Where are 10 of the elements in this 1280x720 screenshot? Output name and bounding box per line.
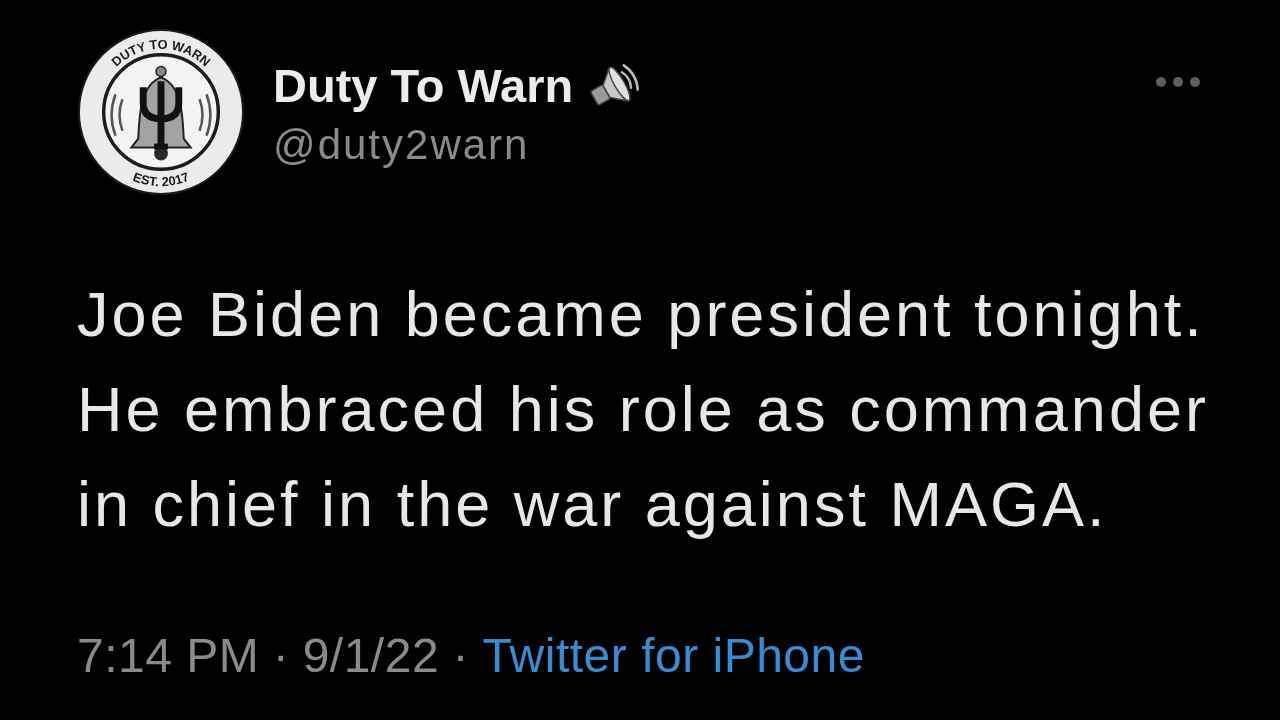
display-name[interactable]: Duty To Warn [273, 59, 574, 113]
separator-dot: · [452, 629, 469, 682]
time-text: 7:14 PM [77, 629, 260, 682]
more-options-icon[interactable] [1155, 76, 1201, 88]
user-handle: @duty2warn [273, 121, 531, 169]
separator-dot: · [272, 629, 290, 682]
logo-ring-text: EST. 2017 [131, 169, 191, 190]
date-text: 9/1/22 [302, 629, 440, 682]
source-link[interactable]: Twitter for iPhone [482, 629, 865, 682]
tweet-text: Joe Biden became president tonight. He embraced his role as commander in chief in the war against MAGA. [77, 278, 1210, 541]
